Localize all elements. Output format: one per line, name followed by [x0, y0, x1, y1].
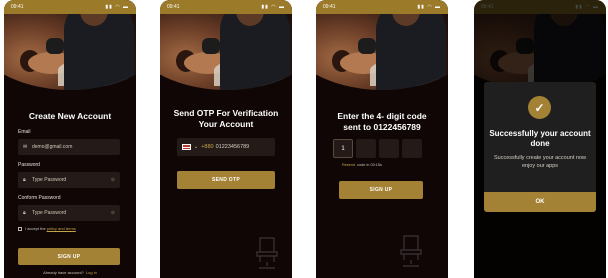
email-value: demo@gmail.com [32, 144, 73, 150]
otp-digit-4[interactable] [402, 139, 422, 158]
status-icons: ▮▮ ◠ ▬ [105, 4, 129, 10]
resend-link[interactable]: Resend [342, 163, 355, 167]
terms-row: I accept the policy and terms [18, 226, 76, 231]
email-field[interactable]: ✉ demo@gmail.com [18, 139, 120, 155]
otp-digit-1[interactable]: 1 [333, 139, 353, 158]
success-screen: 09:41 ▮▮ ◠ ▬ ✓ Successfully your account… [474, 0, 606, 278]
status-time: 09:41 [11, 4, 24, 10]
check-icon: ✓ [528, 96, 551, 119]
confirm-password-label: Conform Password [18, 195, 61, 201]
confirm-password-placeholder: Type Password [32, 210, 67, 216]
flag-icon[interactable] [182, 144, 191, 150]
success-message: Successfully create your account now enj… [493, 155, 587, 169]
terms-link[interactable]: policy and terms [47, 226, 76, 231]
eye-off-icon[interactable]: ⊘ [111, 210, 115, 216]
resend-countdown: code in 00:15s [357, 163, 382, 167]
page-title: Enter the 4- digit code sent to 01224567… [337, 111, 427, 132]
lock-icon: 🔒︎ [23, 177, 26, 183]
status-bar: 09:41 ▮▮ ◠ ▬ [316, 0, 448, 14]
phone-number-field[interactable]: ⌄ +880 01223456789 [177, 138, 275, 156]
page-title: Create New Account [28, 111, 112, 121]
login-prompt: Already have account? Log in [4, 270, 136, 275]
status-bar: 09:41 ▮▮ ◠ ▬ [4, 0, 136, 14]
otp-input-group: 1 [333, 139, 422, 158]
terms-checkbox[interactable] [18, 226, 22, 231]
email-icon: ✉ [23, 144, 28, 150]
otp-digit-2[interactable] [356, 139, 376, 158]
password-placeholder: Type Password [32, 177, 67, 183]
terms-text: I accept the [25, 226, 46, 231]
ok-button[interactable]: OK [484, 192, 596, 212]
success-title: Successfully your account done [489, 129, 591, 148]
phone-number-value: 01223456789 [215, 144, 250, 150]
password-field[interactable]: 🔒︎ Type Password ⊘ [18, 172, 120, 188]
email-label: Email [18, 129, 31, 135]
verify-code-screen: 09:41 ▮▮ ◠ ▬ Enter the 4- digit code sen… [316, 0, 448, 278]
login-link[interactable]: Log in [86, 270, 97, 275]
sign-up-button[interactable]: SIGN UP [18, 248, 120, 265]
signup-screen: 09:41 ▮▮ ◠ ▬ Create New Account Email ✉ … [4, 0, 136, 278]
send-otp-button[interactable]: SEND OTP [177, 171, 275, 189]
otp-digit-3[interactable] [379, 139, 399, 158]
status-time: 09:41 [167, 4, 180, 10]
country-code: +880 [201, 144, 214, 150]
status-time: 09:41 [323, 4, 336, 10]
status-icons: ▮▮ ◠ ▬ [417, 4, 441, 10]
chevron-down-icon[interactable]: ⌄ [194, 144, 198, 150]
success-dialog: ✓ Successfully your account done Success… [484, 82, 596, 212]
status-bar: 09:41 ▮▮ ◠ ▬ [160, 0, 292, 14]
barber-chair-icon [256, 237, 278, 269]
password-label: Password [18, 162, 40, 168]
resend-timer: Resend code in 00:15s [342, 163, 382, 167]
send-otp-screen: 09:41 ▮▮ ◠ ▬ Send OTP For Verification Y… [160, 0, 292, 278]
barber-chair-icon [400, 235, 422, 267]
status-icons: ▮▮ ◠ ▬ [261, 4, 285, 10]
sign-up-button[interactable]: SIGN UP [339, 181, 423, 199]
confirm-password-field[interactable]: 🔒︎ Type Password ⊘ [18, 205, 120, 221]
page-title: Send OTP For Verification Your Account [173, 108, 279, 129]
eye-off-icon[interactable]: ⊘ [111, 177, 115, 183]
lock-icon: 🔒︎ [23, 210, 26, 216]
login-prompt-text: Already have account? [43, 270, 84, 275]
